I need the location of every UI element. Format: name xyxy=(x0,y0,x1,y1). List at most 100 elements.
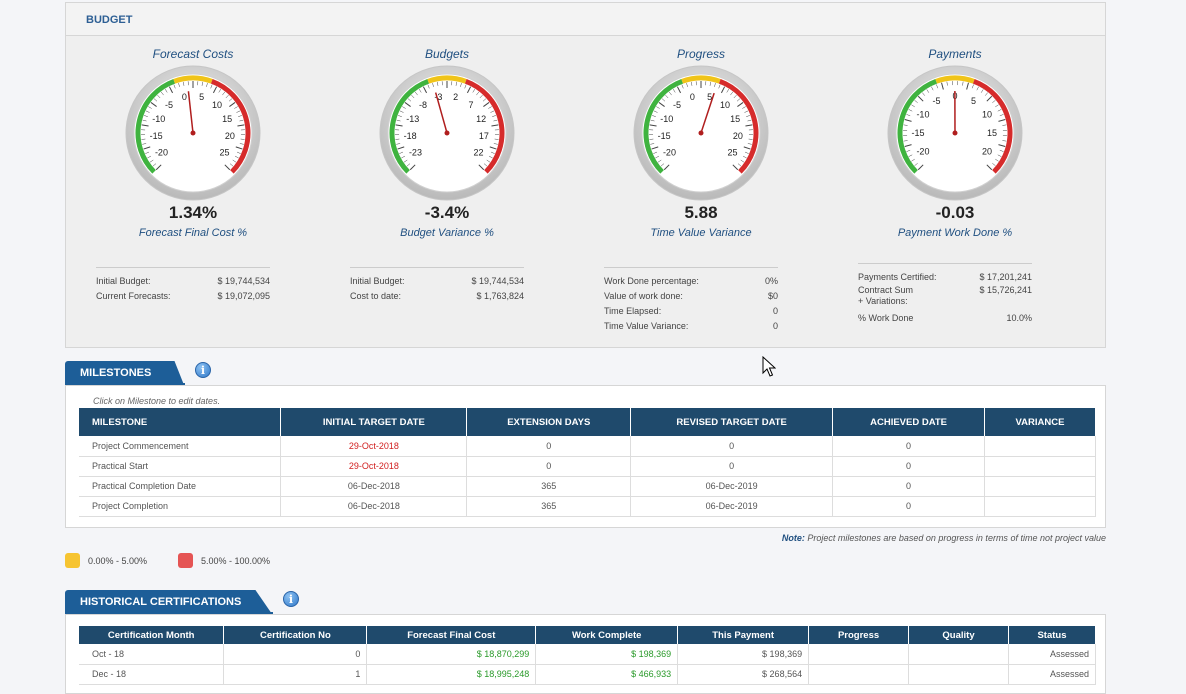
history-cell-quality xyxy=(909,664,1009,684)
stat-label: Current Forecasts: xyxy=(96,289,171,304)
milestone-cell-initial: 06-Dec-2018 xyxy=(281,496,467,516)
stat-row: Value of work done:$0 xyxy=(604,289,778,304)
history-col-header[interactable]: Status xyxy=(1008,626,1095,644)
history-cell-month: Dec - 18 xyxy=(79,664,224,684)
gauge-tick-label: -10 xyxy=(152,114,165,124)
history-col-header[interactable]: Quality xyxy=(909,626,1009,644)
history-col-header[interactable]: This Payment xyxy=(678,626,809,644)
milestones-col-header[interactable]: MILESTONE xyxy=(79,408,281,436)
history-cell-payment: $ 198,369 xyxy=(678,644,809,664)
history-row[interactable]: Dec - 181$ 18,995,248$ 466,933$ 268,564A… xyxy=(79,664,1096,684)
stat-label: Initial Budget: xyxy=(96,274,151,289)
milestone-cell-initial: 06-Dec-2018 xyxy=(281,476,467,496)
gauge-tick-label: 17 xyxy=(479,131,489,141)
stat-value: $ 1,763,824 xyxy=(476,289,524,304)
milestone-cell-name: Practical Start xyxy=(79,456,281,476)
gauge-tick-label: -8 xyxy=(419,100,427,110)
historical-certifications-tab[interactable]: HISTORICAL CERTIFICATIONS xyxy=(65,590,272,614)
gauge-tick-label: -10 xyxy=(916,110,929,120)
gauge-tick-label: 20 xyxy=(225,131,235,141)
milestone-cell-revised: 0 xyxy=(631,436,833,456)
milestones-col-header[interactable]: ACHIEVED DATE xyxy=(833,408,985,436)
history-cell-ffc: $ 18,870,299 xyxy=(367,644,536,664)
milestone-cell-name: Project Completion xyxy=(79,496,281,516)
milestones-tab[interactable]: MILESTONES xyxy=(65,361,184,385)
stat-label: % Work Done xyxy=(858,311,913,326)
stat-row: Current Forecasts: $ 19,072,095 xyxy=(96,289,270,304)
gauge-dial: -20-15-10-50510152025 xyxy=(631,63,771,203)
milestone-cell-ext: 365 xyxy=(467,496,631,516)
milestones-panel: Click on Milestone to edit dates. MILEST… xyxy=(65,385,1106,528)
history-col-header[interactable]: Certification No xyxy=(224,626,367,644)
history-row[interactable]: Oct - 180$ 18,870,299$ 198,369$ 198,369A… xyxy=(79,644,1096,664)
history-info-icon[interactable]: i xyxy=(283,591,299,607)
gauge-subtitle: Time Value Variance xyxy=(574,227,828,239)
gauge-stats: Payments Certified:$ 17,201,241Contract … xyxy=(858,263,1032,326)
stat-row: Contract Sum + Variations:$ 15,726,241 xyxy=(858,285,1032,311)
milestone-row[interactable]: Practical Completion Date06-Dec-20183650… xyxy=(79,476,1096,496)
milestones-info-icon[interactable]: i xyxy=(195,362,211,378)
milestone-cell-variance xyxy=(985,496,1096,516)
history-col-header[interactable]: Progress xyxy=(809,626,909,644)
legend-item-low: 0.00% - 5.00% xyxy=(65,553,147,568)
gauge-value: 5.88 xyxy=(574,203,828,223)
milestones-col-header[interactable]: VARIANCE xyxy=(985,408,1096,436)
gauge-tick-label: -20 xyxy=(155,147,168,157)
milestones-table: MILESTONEINITIAL TARGET DATEEXTENSION DA… xyxy=(79,408,1096,517)
stat-label: Work Done percentage: xyxy=(604,274,699,289)
history-cell-month: Oct - 18 xyxy=(79,644,224,664)
gauge-tick-label: 20 xyxy=(733,131,743,141)
stat-value: $ 19,072,095 xyxy=(217,289,270,304)
gauge-tick-label: -20 xyxy=(916,147,929,157)
milestone-cell-name: Practical Completion Date xyxy=(79,476,281,496)
gauge-value: -3.4% xyxy=(320,203,574,223)
stat-value: 0% xyxy=(765,274,778,289)
history-table: Certification MonthCertification NoForec… xyxy=(79,626,1096,685)
stat-label: Cost to date: xyxy=(350,289,401,304)
stat-row: % Work Done10.0% xyxy=(858,311,1032,326)
legend-label-low: 0.00% - 5.00% xyxy=(88,556,147,566)
history-col-header[interactable]: Work Complete xyxy=(536,626,678,644)
gauge-tick-label: -13 xyxy=(406,114,419,124)
gauge-tick-label: 25 xyxy=(220,147,230,157)
milestone-cell-variance xyxy=(985,456,1096,476)
gauge-dial: -20-15-10-50510152025 xyxy=(123,63,263,203)
stat-row: Time Elapsed:0 xyxy=(604,304,778,319)
stat-row: Initial Budget:$ 19,744,534 xyxy=(350,274,524,289)
milestone-row[interactable]: Project Completion06-Dec-201836506-Dec-2… xyxy=(79,496,1096,516)
milestone-row[interactable]: Project Commencement29-Oct-2018000 xyxy=(79,436,1096,456)
gauge-0: Forecast Costs-20-15-10-505101520251.34%… xyxy=(66,37,320,239)
milestone-cell-name: Project Commencement xyxy=(79,436,281,456)
gauge-value: -0.03 xyxy=(828,203,1082,223)
gauge-tick-label: -10 xyxy=(660,114,673,124)
milestone-cell-ext: 0 xyxy=(467,436,631,456)
history-cell-payment: $ 268,564 xyxy=(678,664,809,684)
history-cell-work: $ 198,369 xyxy=(536,644,678,664)
note-text: Project milestones are based on progress… xyxy=(805,533,1106,543)
history-cell-status: Assessed xyxy=(1008,644,1095,664)
milestones-col-header[interactable]: INITIAL TARGET DATE xyxy=(281,408,467,436)
gauge-tick-label: -5 xyxy=(165,100,173,110)
gauge-tick-label: 2 xyxy=(453,92,458,102)
gauge-tick-label: 10 xyxy=(720,100,730,110)
gauge-title: Progress xyxy=(574,47,828,63)
gauge-3: Payments-20-15-10-505101520-0.03Payment … xyxy=(828,37,1082,239)
gauge-dial: -20-15-10-505101520 xyxy=(885,63,1025,203)
stat-value: $0 xyxy=(768,289,778,304)
milestone-row[interactable]: Practical Start29-Oct-2018000 xyxy=(79,456,1096,476)
gauge-tick-label: 5 xyxy=(199,92,204,102)
milestone-cell-achieved: 0 xyxy=(833,456,985,476)
gauge-tick-label: 15 xyxy=(222,114,232,124)
history-col-header[interactable]: Certification Month xyxy=(79,626,224,644)
budget-header: BUDGET xyxy=(66,3,1105,36)
milestones-note: Note: Project milestones are based on pr… xyxy=(782,533,1106,543)
gauge-tick-label: 25 xyxy=(728,147,738,157)
history-col-header[interactable]: Forecast Final Cost xyxy=(367,626,536,644)
gauge-tick-label: -15 xyxy=(658,131,671,141)
history-cell-status: Assessed xyxy=(1008,664,1095,684)
history-cell-no: 1 xyxy=(224,664,367,684)
milestone-cell-revised: 06-Dec-2019 xyxy=(631,476,833,496)
milestones-col-header[interactable]: EXTENSION DAYS xyxy=(467,408,631,436)
milestone-cell-initial: 29-Oct-2018 xyxy=(281,436,467,456)
milestones-col-header[interactable]: REVISED TARGET DATE xyxy=(631,408,833,436)
